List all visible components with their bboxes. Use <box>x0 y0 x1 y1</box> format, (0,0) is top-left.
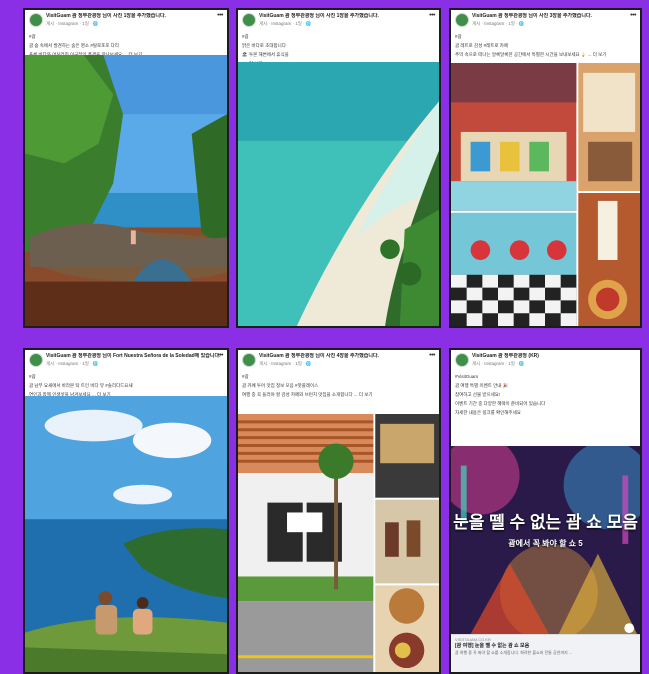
link-preview-image[interactable]: 눈을 뗄 수 없는 괌 쇼 모음 괌에서 꼭 봐야 할 쇼 5 <box>451 446 640 634</box>
link-description: 괌 여행 중 꼭 봐야 할 쇼를 소개합니다. 화려한 불쇼와 전통 공연까지 … <box>455 650 573 655</box>
post-text-line: #괌 <box>242 374 249 379</box>
post-photo[interactable] <box>238 62 439 326</box>
post-meta: 게시 · Instagram · 1일 · 🌐 <box>46 21 99 26</box>
post-text-line: 괌 카페 투어 맛집 정보 모음 #핫플레이스 <box>242 383 319 388</box>
post-meta: 게시 · Instagram · 1일 · 🌐 <box>259 361 312 366</box>
page-name[interactable]: VisitGuam 괌 정부관광청 (KR) <box>472 353 640 360</box>
post-photo-grid[interactable] <box>451 63 640 326</box>
post-text-line: #괌 <box>242 34 249 39</box>
post-meta: 게시 · Instagram · 1일 · 🌐 <box>259 21 312 26</box>
avatar[interactable] <box>242 353 256 367</box>
avatar[interactable] <box>455 353 469 367</box>
post-card[interactable]: VisitGuam 괌 정부관광청 님이 사진 1장을 추가했습니다. 게시 ·… <box>23 8 229 328</box>
post-text-line: 괌 여행 특별 이벤트 안내 🎉 <box>455 383 509 388</box>
post-header: VisitGuam 괌 정부관광청 님이 사진 1장을 추가했습니다. 게시 ·… <box>238 10 439 32</box>
more-options-icon[interactable]: ••• <box>217 352 223 359</box>
post-card[interactable]: VisitGuam 괌 정부관광청 님이 사진 3장을 추가했습니다. 게시 ·… <box>449 8 642 328</box>
post-text-line: #괌 <box>455 34 462 39</box>
more-options-icon[interactable]: ••• <box>429 12 435 19</box>
avatar[interactable] <box>29 13 43 27</box>
post-card[interactable]: VisitGuam 괌 정부관광청 님이 사진 1장을 추가했습니다. 게시 ·… <box>236 8 441 328</box>
post-text-line: 🏖 투몬 해변에서 휴식을 <box>242 52 289 57</box>
post-card[interactable]: VisitGuam 괌 정부관광청 (KR) 게시 · Instagram · … <box>449 348 642 674</box>
post-text-line: 여행 중 꼭 들러야 할 감성 카페와 브런치 맛집을 소개합니다 ... 더 … <box>242 392 373 397</box>
post-header: VisitGuam 괌 정부관광청 님이 사진 4장을 추가했습니다. 게시 ·… <box>238 350 439 372</box>
page-name[interactable]: VisitGuam 괌 정부관광청 님이 Fort Nuestra Señora… <box>46 353 227 360</box>
post-card[interactable]: VisitGuam 괌 정부관광청 님이 Fort Nuestra Señora… <box>23 348 229 674</box>
post-text-line: 이벤트 기간 중 다양한 혜택이 준비되어 있습니다 <box>455 401 546 406</box>
post-meta: 게시 · Instagram · 1일 · 🌐 <box>472 21 525 26</box>
post-photo[interactable] <box>25 396 227 672</box>
link-overlay-subtitle: 괌에서 꼭 봐야 할 쇼 5 <box>508 539 583 548</box>
post-header: VisitGuam 괌 정부관광청 님이 Fort Nuestra Señora… <box>25 350 227 372</box>
post-header: VisitGuam 괌 정부관광청 님이 사진 3장을 추가했습니다. 게시 ·… <box>451 10 640 32</box>
post-text-line: #VisitGuam <box>455 374 479 379</box>
page-name[interactable]: VisitGuam 괌 정부관광청 님이 사진 3장을 추가했습니다. <box>472 13 640 20</box>
page-name[interactable]: VisitGuam 괌 정부관광청 님이 사진 4장을 추가했습니다. <box>259 353 439 360</box>
post-text-line: #괌 <box>29 374 36 379</box>
post-photo[interactable] <box>25 55 227 326</box>
post-text-line: #괌 <box>29 34 36 39</box>
more-options-icon[interactable]: ••• <box>630 12 636 19</box>
post-text-line: 자세한 내용은 링크를 확인해주세요 <box>455 410 521 415</box>
post-text-line: 추억 속으로 떠나는 알록달록한 공간에서 특별한 시간을 보내보세요 🍦 ..… <box>455 52 607 57</box>
page-name[interactable]: VisitGuam 괌 정부관광청 님이 사진 1장을 추가했습니다. <box>259 13 439 20</box>
post-meta: 게시 · Instagram · 1일 · 🌐 <box>472 361 525 366</box>
post-text-line: 괌 레트로 감성 #레트로 카페 <box>455 43 509 48</box>
avatar[interactable] <box>29 353 43 367</box>
post-header: VisitGuam 괌 정부관광청 님이 사진 1장을 추가했습니다. 게시 ·… <box>25 10 227 32</box>
more-options-icon[interactable]: ••• <box>217 12 223 19</box>
post-meta: 게시 · Instagram · 1일 · 🌐 <box>46 361 99 366</box>
avatar[interactable] <box>455 13 469 27</box>
page-name[interactable]: VisitGuam 괌 정부관광청 님이 사진 1장을 추가했습니다. <box>46 13 227 20</box>
post-photo-grid[interactable] <box>238 414 439 672</box>
avatar[interactable] <box>242 13 256 27</box>
link-overlay-title: 눈을 뗄 수 없는 괌 쇼 모음 <box>453 513 638 532</box>
link-title[interactable]: [괌 여행] 눈을 뗄 수 없는 괌 쇼 모음 <box>455 643 636 650</box>
post-header: VisitGuam 괌 정부관광청 (KR) 게시 · Instagram · … <box>451 350 640 372</box>
post-text-line: 괌 숲 속에서 발견하는 숨은 명소 #탈로포포 다리 <box>29 43 119 48</box>
post-text-line: 맑은 바다로 초대합니다 <box>242 43 286 48</box>
more-options-icon[interactable]: ••• <box>429 352 435 359</box>
post-card[interactable]: VisitGuam 괌 정부관광청 님이 사진 4장을 추가했습니다. 게시 ·… <box>236 348 441 674</box>
post-text-line: 참여하고 선물 받으세요! <box>455 392 501 397</box>
link-preview[interactable]: VISITGUAM.CO.KR [괌 여행] 눈을 뗄 수 없는 괌 쇼 모음 … <box>451 634 640 672</box>
post-text-line: 괌 남부 요새에서 바라본 탁 트인 바다 뷰 #솔리다드요새 <box>29 383 133 388</box>
